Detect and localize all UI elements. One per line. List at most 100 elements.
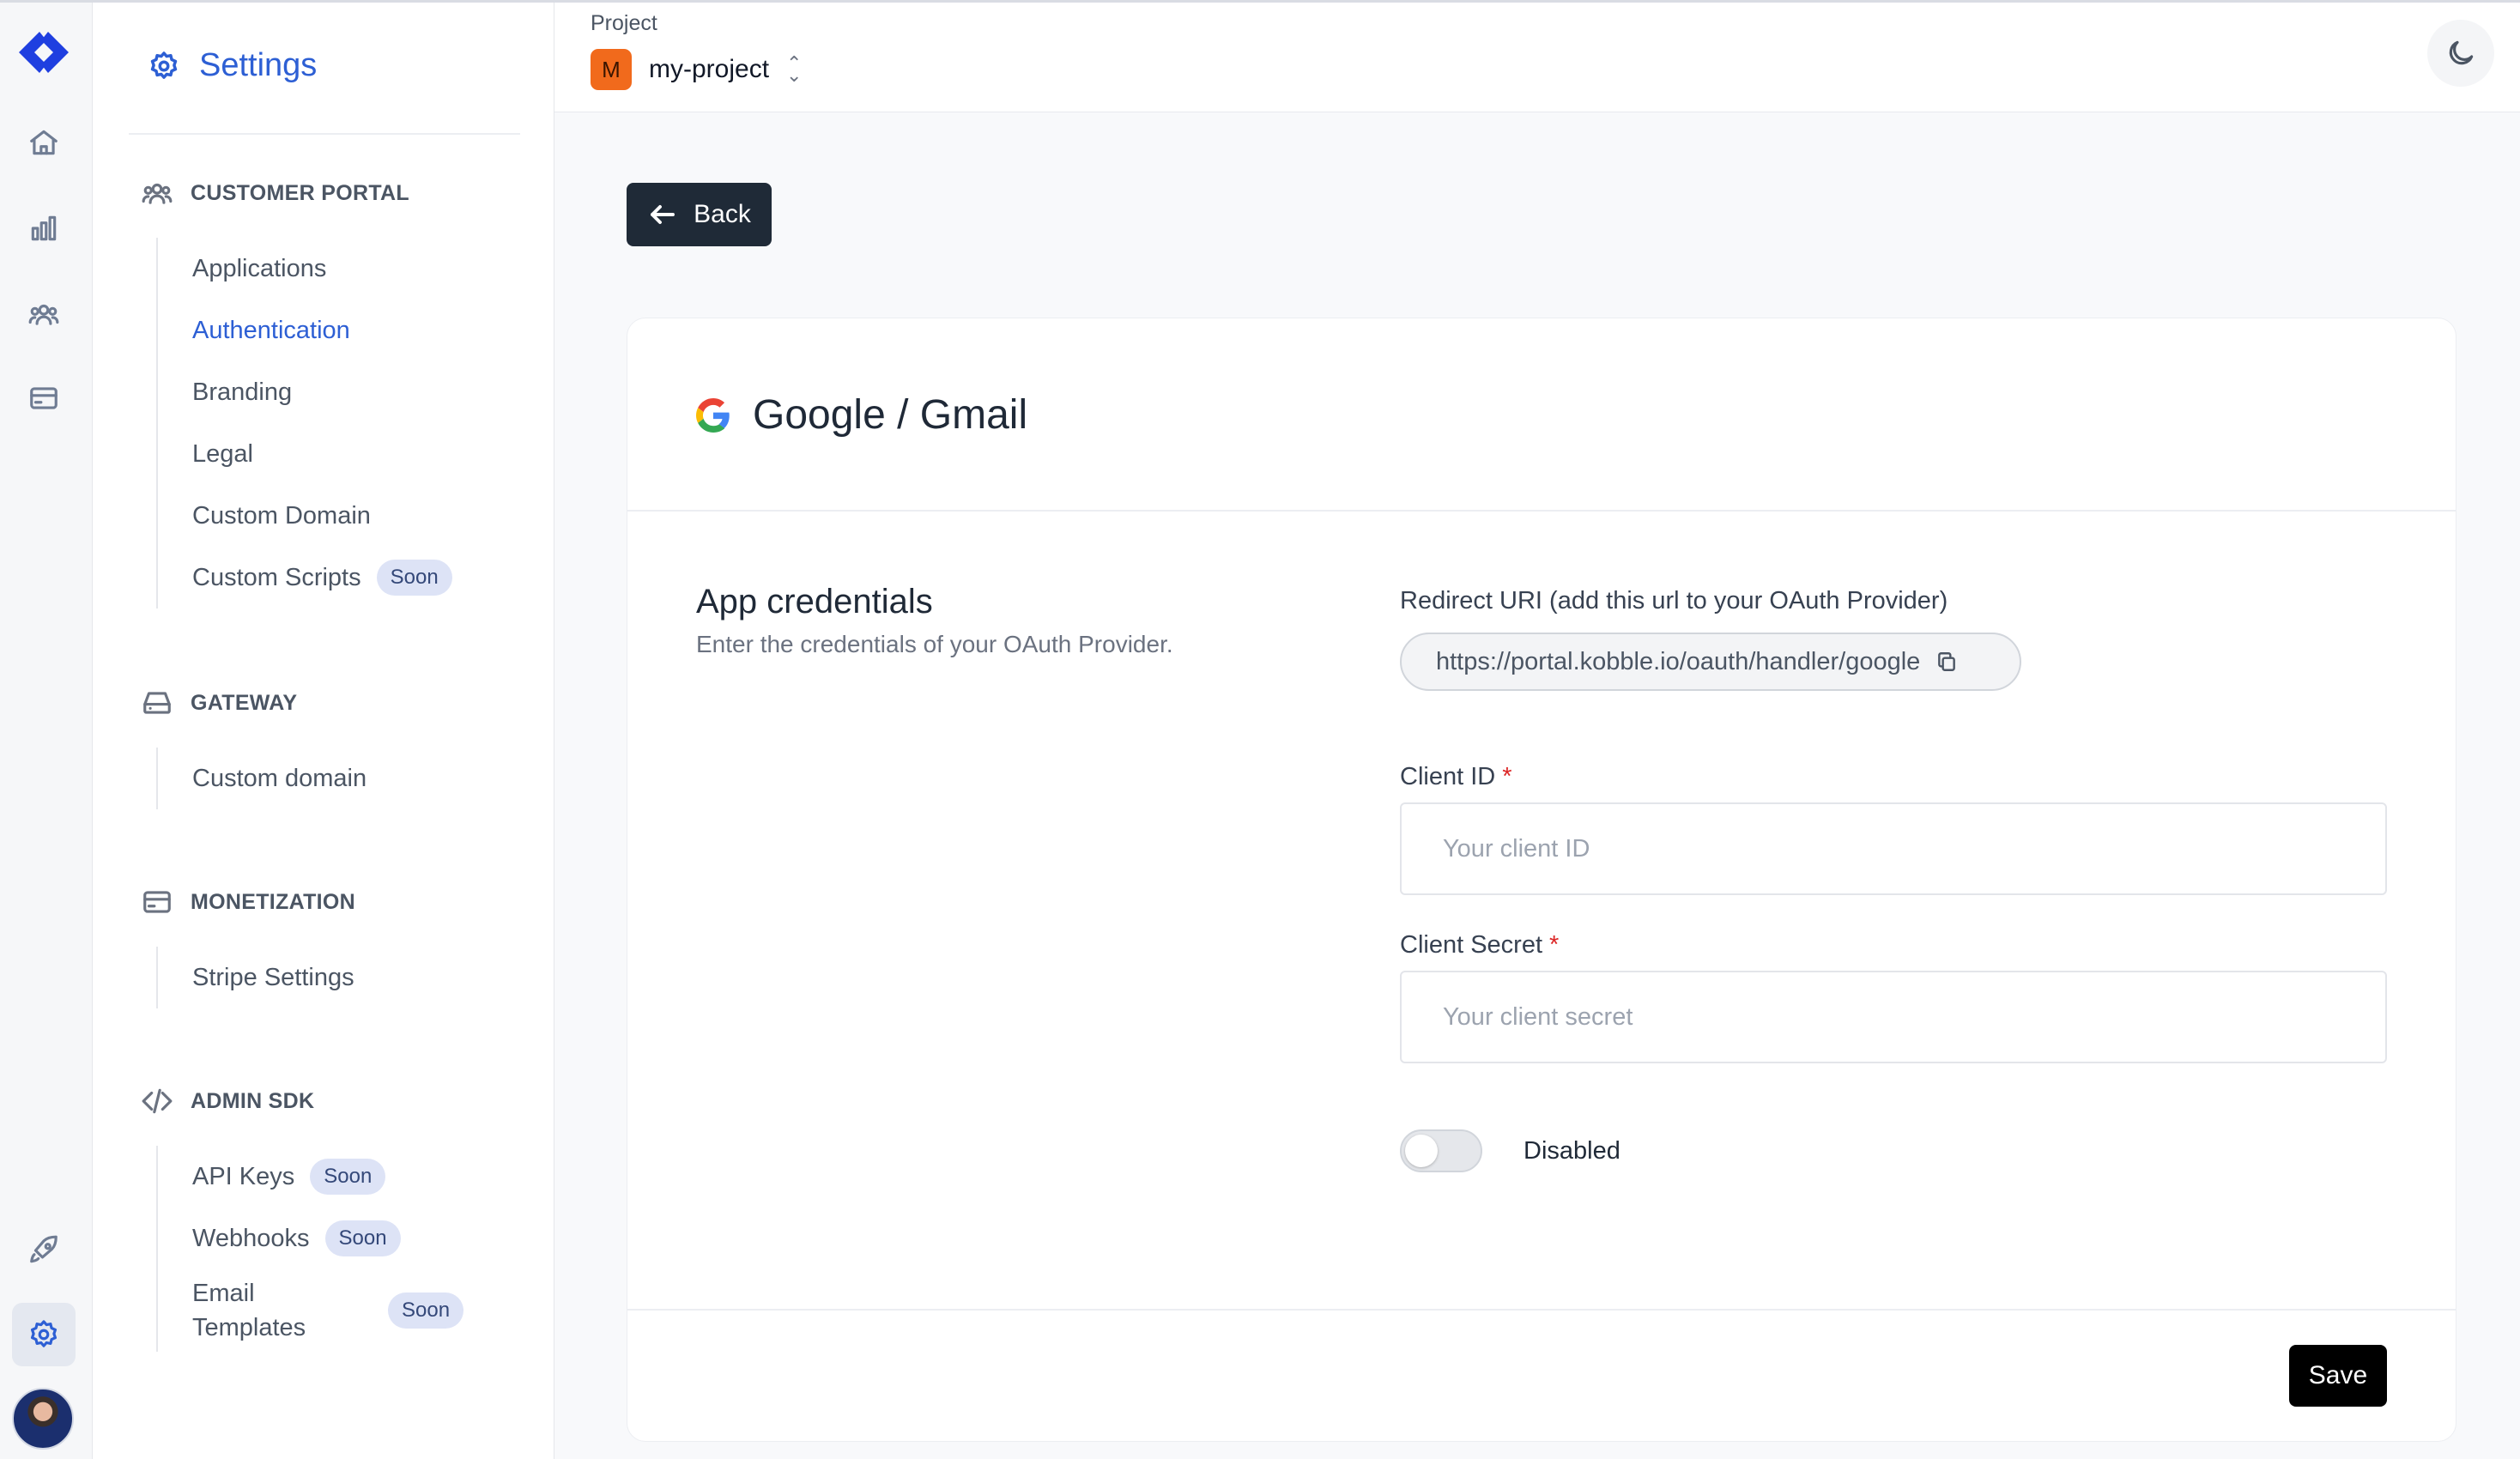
users-icon — [142, 183, 173, 204]
sidebar-header: Settings — [148, 47, 317, 84]
google-icon — [696, 397, 730, 433]
redirect-uri-value: https://portal.kobble.io/oauth/handler/g… — [1436, 647, 1921, 675]
provider-card: Google / Gmail App credentials Enter the… — [627, 318, 2456, 1442]
rocket-icon — [30, 1235, 58, 1263]
sidebar-item-stripe-settings[interactable]: Stripe Settings — [192, 947, 536, 1008]
soon-badge: Soon — [310, 1159, 386, 1195]
chevron-up-down-icon: ⌃ ⌄ — [786, 52, 803, 86]
save-button[interactable]: Save — [2289, 1345, 2387, 1407]
client-id-label: Client ID * — [1400, 763, 1512, 791]
client-secret-input[interactable] — [1400, 971, 2387, 1063]
sidebar-item-applications[interactable]: Applications — [192, 238, 536, 300]
copy-icon[interactable] — [1935, 651, 1958, 673]
sidebar-item-label: Email Templates — [192, 1280, 306, 1341]
divider — [129, 133, 520, 135]
client-id-label-text: Client ID — [1400, 763, 1496, 790]
project-label: Project — [591, 11, 657, 35]
sidebar-item-label: Authentication — [192, 316, 350, 344]
card-header: Google / Gmail — [627, 318, 2456, 512]
home-icon — [30, 130, 58, 155]
soon-badge: Soon — [324, 1220, 401, 1256]
card-footer-divider — [627, 1309, 2456, 1311]
section-gateway: GATEWAY Custom domain — [141, 682, 536, 809]
sidebar-item-branding[interactable]: Branding — [192, 361, 536, 423]
section-title: MONETIZATION — [191, 889, 356, 914]
card-icon — [30, 387, 58, 409]
user-avatar[interactable] — [12, 1388, 74, 1450]
icon-rail — [0, 3, 93, 1459]
sidebar-item-api-keys[interactable]: API Keys Soon — [192, 1146, 536, 1208]
gear-icon — [30, 1320, 58, 1347]
sidebar-item-gateway-custom-domain[interactable]: Custom domain — [192, 748, 536, 809]
section-admin-sdk: ADMIN SDK API Keys Soon Webhooks Soon Emai… — [141, 1081, 536, 1352]
card-icon — [143, 891, 171, 913]
sidebar-item-label: Stripe Settings — [192, 963, 354, 991]
required-marker: * — [1502, 763, 1512, 790]
chart-icon — [31, 215, 57, 241]
sidebar-item-label: Applications — [192, 254, 327, 282]
code-icon — [142, 1088, 173, 1114]
section-items: Applications Authentication Branding Leg… — [156, 238, 536, 608]
sidebar-item-webhooks[interactable]: Webhooks Soon — [192, 1208, 536, 1269]
soon-badge: Soon — [376, 560, 452, 596]
section-heading: CUSTOMER PORTAL — [141, 173, 536, 214]
client-id-input[interactable] — [1400, 802, 2387, 895]
rail-users[interactable] — [12, 282, 76, 346]
back-label: Back — [694, 200, 751, 228]
section-heading: ADMIN SDK — [141, 1081, 536, 1122]
sidebar-item-authentication[interactable]: Authentication — [192, 300, 536, 361]
sidebar-item-custom-scripts[interactable]: Custom Scripts Soon — [192, 547, 536, 608]
moon-icon — [2449, 40, 2474, 65]
project-selector[interactable]: M my-project ⌃ ⌄ — [591, 49, 802, 90]
rail-settings[interactable] — [12, 1303, 76, 1366]
top-header: Project M my-project ⌃ ⌄ — [554, 3, 2520, 112]
settings-sidebar: Settings CUSTOMER PORTAL Applications Au… — [93, 3, 554, 1459]
rail-launch[interactable] — [12, 1219, 76, 1282]
sidebar-item-label: Branding — [192, 378, 293, 406]
rail-home[interactable] — [12, 111, 76, 174]
sidebar-item-email-templates[interactable]: Email Templates Soon — [192, 1269, 536, 1352]
enabled-toggle[interactable] — [1400, 1129, 1482, 1172]
section-customer-portal: CUSTOMER PORTAL Applications Authenticat… — [141, 173, 536, 608]
redirect-uri-label: Redirect URI (add this url to your OAuth… — [1400, 587, 1948, 614]
section-title: ADMIN SDK — [191, 1088, 315, 1113]
soon-badge: Soon — [388, 1293, 464, 1329]
drive-icon — [143, 692, 171, 714]
users-icon — [28, 304, 59, 325]
credentials-subtitle: Enter the credentials of your OAuth Prov… — [696, 631, 1173, 657]
sidebar-item-legal[interactable]: Legal — [192, 423, 536, 485]
section-heading: MONETIZATION — [141, 881, 536, 923]
project-name: my-project — [649, 55, 770, 83]
sidebar-item-label: Webhooks — [192, 1224, 310, 1252]
section-monetization: MONETIZATION Stripe Settings — [141, 881, 536, 1008]
sidebar-title: Settings — [199, 47, 318, 83]
provider-title: Google / Gmail — [753, 392, 1028, 438]
project-badge: M — [591, 49, 632, 90]
rail-analytics[interactable] — [12, 197, 76, 260]
section-heading: GATEWAY — [141, 682, 536, 723]
gear-icon — [150, 51, 178, 79]
sidebar-item-label: Legal — [192, 439, 253, 468]
arrow-left-icon — [651, 205, 675, 224]
toggle-knob — [1405, 1135, 1438, 1167]
theme-toggle-button[interactable] — [2427, 20, 2494, 87]
sidebar-item-label: Custom Scripts — [192, 563, 361, 591]
client-secret-label-text: Client Secret — [1400, 931, 1543, 959]
required-marker: * — [1549, 931, 1560, 959]
sidebar-item-custom-domain[interactable]: Custom Domain — [192, 485, 536, 547]
redirect-uri-copy[interactable]: https://portal.kobble.io/oauth/handler/g… — [1400, 633, 2021, 691]
kobble-logo-icon[interactable] — [15, 28, 72, 76]
rail-billing[interactable] — [12, 366, 76, 430]
section-items: Stripe Settings — [156, 947, 536, 1008]
section-items: Custom domain — [156, 748, 536, 809]
back-button[interactable]: Back — [627, 183, 772, 246]
credentials-title: App credentials — [696, 583, 933, 621]
sidebar-item-label: Custom domain — [192, 764, 367, 792]
section-items: API Keys Soon Webhooks Soon Email Template… — [156, 1146, 536, 1352]
section-title: CUSTOMER PORTAL — [191, 180, 409, 205]
client-secret-label: Client Secret * — [1400, 931, 1559, 960]
section-title: GATEWAY — [191, 690, 298, 715]
provider-heading: Google / Gmail — [696, 391, 1027, 439]
toggle-label: Disabled — [1524, 1137, 1620, 1165]
sidebar-item-label: Custom Domain — [192, 501, 371, 530]
